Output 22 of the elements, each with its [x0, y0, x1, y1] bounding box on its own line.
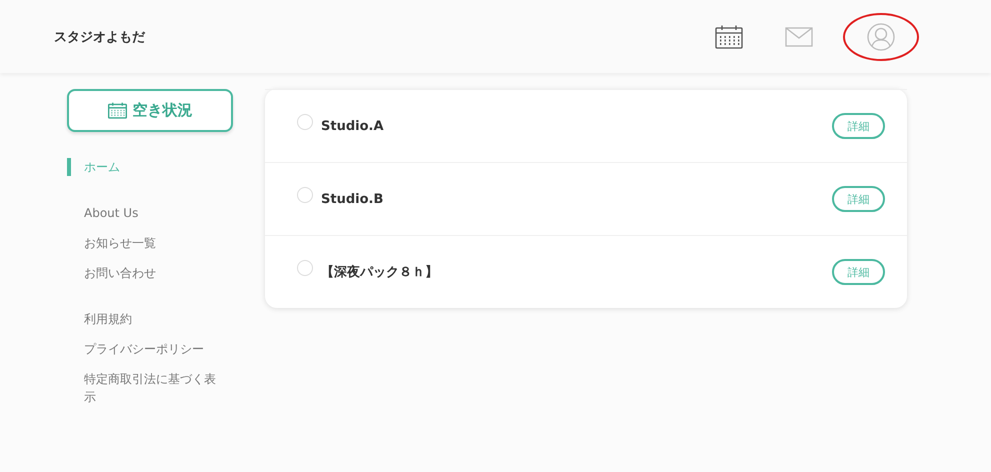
nav-link[interactable]: お問い合わせ: [67, 264, 217, 282]
mail-icon[interactable]: [785, 26, 813, 46]
user-icon[interactable]: [867, 22, 895, 50]
calendar-icon[interactable]: [715, 24, 743, 48]
details-button[interactable]: 詳細: [832, 113, 885, 139]
site-title: スタジオよもだ: [54, 28, 146, 46]
nav-link[interactable]: 利用規約: [67, 310, 217, 328]
nav-link[interactable]: ホーム: [67, 158, 217, 176]
radio-button[interactable]: [297, 187, 313, 203]
availability-button[interactable]: 空き状況: [67, 89, 233, 132]
radio-button[interactable]: [297, 114, 313, 130]
calendar-icon: [108, 102, 126, 119]
details-button[interactable]: 詳細: [832, 186, 885, 212]
details-button[interactable]: 詳細: [832, 259, 885, 285]
radio-button[interactable]: [297, 260, 313, 276]
studio-name: Studio.B: [321, 192, 384, 206]
nav-link[interactable]: 特定商取引法に基づく表示: [67, 370, 217, 406]
nav-link[interactable]: プライバシーポリシー: [67, 340, 217, 358]
nav-link[interactable]: About Us: [67, 204, 217, 222]
nav-link[interactable]: お知らせ一覧: [67, 234, 217, 252]
studio-name: Studio.A: [321, 118, 385, 134]
studio-name: 【深夜パック８ｈ】: [321, 264, 439, 281]
